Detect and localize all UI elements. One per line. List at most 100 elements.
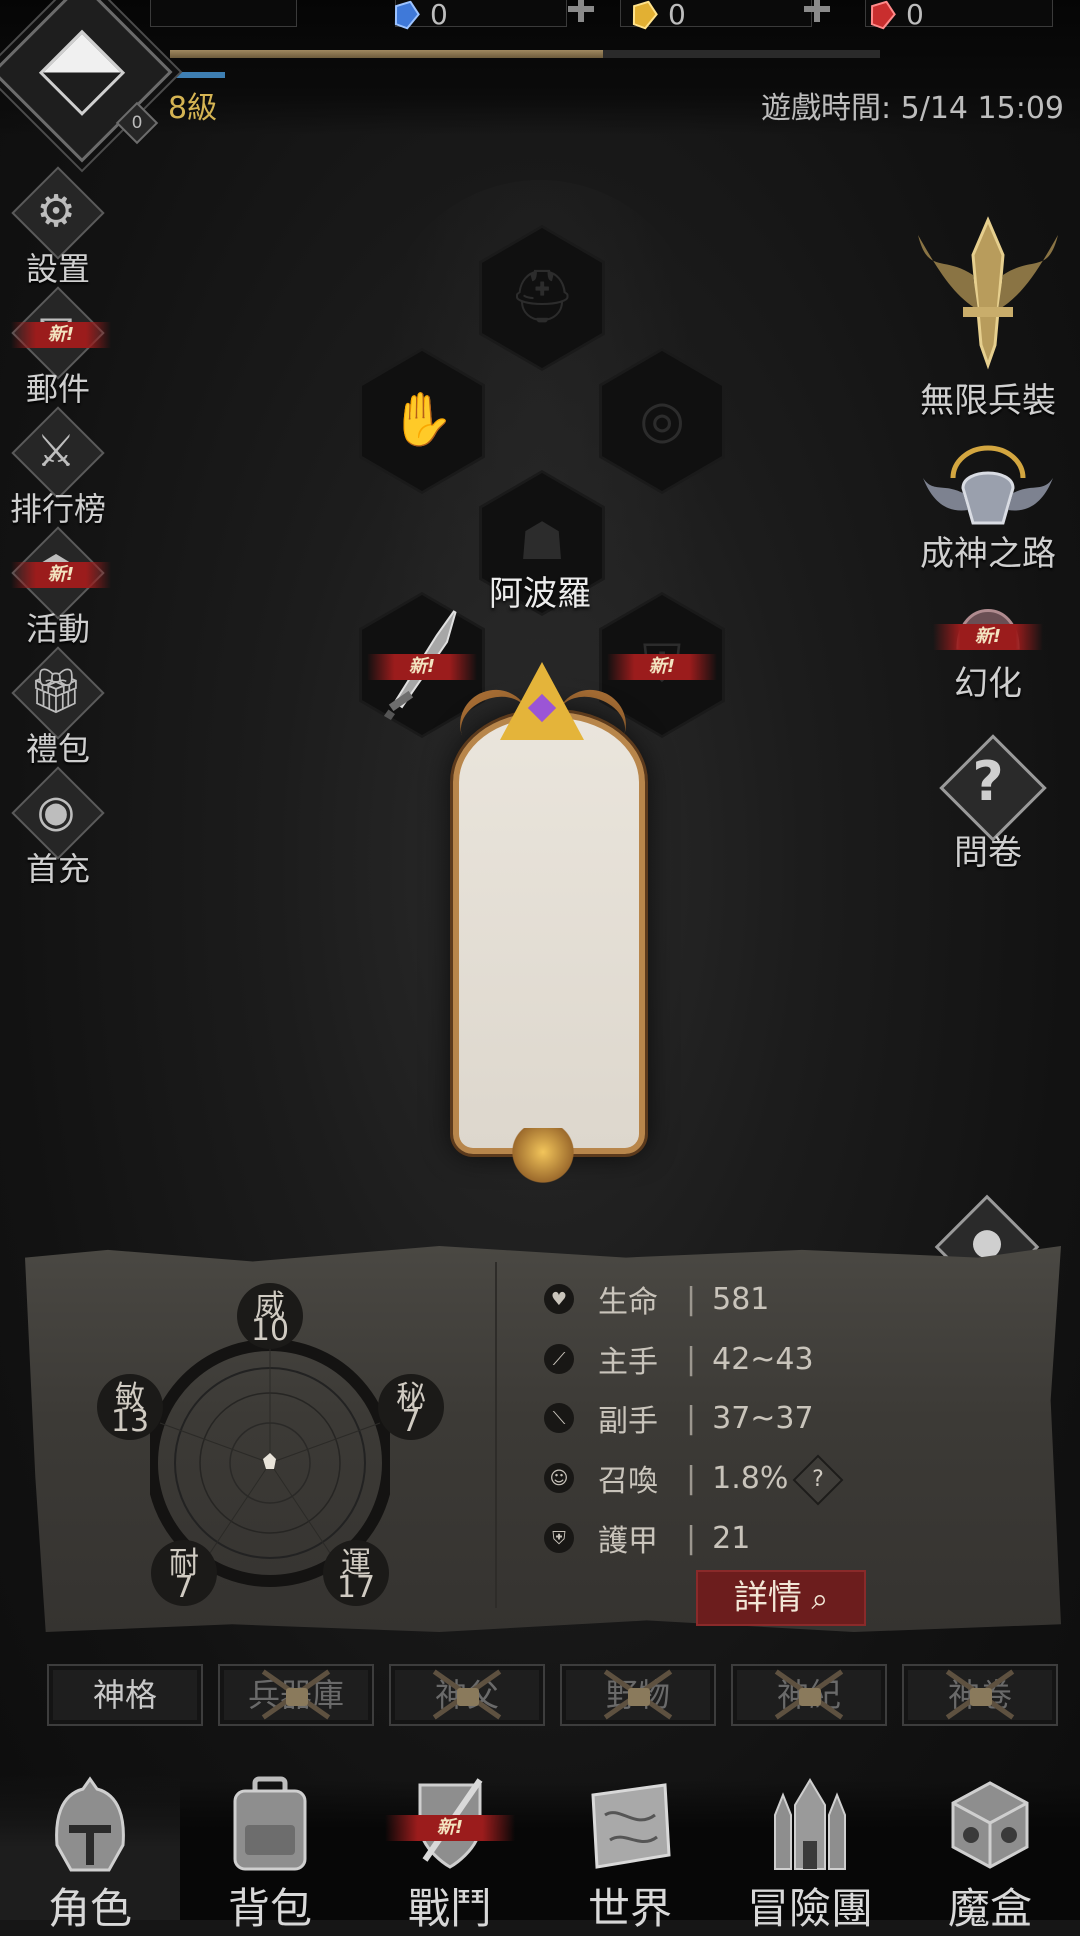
summon-icon: ☺ (544, 1463, 574, 1493)
gift-icon: 🎁︎ (28, 666, 84, 717)
nav-battle[interactable]: 新! 戰鬥 (360, 1775, 540, 1933)
gold-gem-value: 0 (668, 0, 686, 31)
tab-label: 神格 (92, 1676, 157, 1714)
nav-world[interactable]: 世界 (540, 1775, 720, 1933)
glove-icon: ✋ (389, 390, 455, 450)
nav-battle-label: 戰鬥 (407, 1884, 492, 1933)
class-emblem-icon (38, 29, 126, 116)
stat-value: 42~43 (712, 1341, 814, 1377)
off-hand-new-tag: 新! (607, 654, 717, 680)
attribute-nai: 耐 7 (151, 1540, 217, 1606)
attribute-value: 10 (250, 1313, 290, 1348)
lock-icon (432, 1669, 502, 1720)
stat-separator: | (686, 1400, 697, 1436)
details-button[interactable]: 詳情 ⌕ (696, 1570, 866, 1626)
card-bottom-ornament (508, 1128, 578, 1188)
play-time: 遊戲時間: 5/14 15:09 (760, 91, 1064, 126)
blue-gem-value: 0 (430, 0, 448, 31)
nav-magic-box[interactable]: 魔盒 (900, 1775, 1080, 1933)
settings-label: 設置 (25, 250, 90, 288)
question-mark-icon: ? (972, 750, 1004, 813)
infinite-arms-label: 無限兵裝 (920, 381, 1056, 421)
add-gold-gem-button[interactable] (804, 0, 830, 22)
tab-locked-5[interactable]: 神紀 (731, 1664, 887, 1726)
tab-locked-3[interactable]: 神父 (389, 1664, 545, 1726)
stat-value: 581 (712, 1281, 770, 1317)
nav-backpack[interactable]: 背包 (180, 1775, 360, 1933)
nav-adventure-team[interactable]: 冒險團 (720, 1775, 900, 1933)
winged-sword-icon (918, 216, 1058, 370)
red-gem-currency: 0 (868, 0, 924, 31)
tab-armory[interactable]: 兵器庫 (218, 1664, 374, 1726)
stat-value: 21 (712, 1520, 751, 1556)
lock-icon (945, 1669, 1015, 1720)
question-mark-icon: ? (812, 1467, 824, 1492)
knight-helmet-icon (55, 1776, 125, 1872)
tab-divinity[interactable]: 神格 (47, 1664, 203, 1726)
xp-bar (170, 50, 880, 58)
transform-button[interactable]: 新! 幻化 (903, 588, 1073, 704)
tab-locked-6[interactable]: 神卷 (902, 1664, 1058, 1726)
stat-off-hand: ⟍ 副手 | 37~37 (544, 1398, 814, 1439)
add-blue-gem-button[interactable] (568, 0, 594, 22)
path-to-godhood-button[interactable]: 成神之路 (903, 438, 1073, 574)
hero-card[interactable] (453, 712, 645, 1154)
stat-summon: ☺ 召喚 | 1.8% (544, 1458, 789, 1499)
stat-value: 1.8% (712, 1460, 789, 1496)
stat-label: 主手 (598, 1345, 658, 1380)
survey-button[interactable]: ? 問卷 (903, 734, 1073, 873)
armor-icon: ⛨ (544, 1523, 574, 1553)
lock-icon (261, 1669, 331, 1720)
first-charge-label: 首充 (25, 850, 90, 888)
player-level: 8級 (168, 91, 218, 126)
attribute-value: 13 (110, 1404, 150, 1439)
blade-icon: ⟋ (544, 1344, 574, 1374)
nav-world-label: 世界 (587, 1884, 672, 1933)
attribute-value: 7 (401, 1404, 421, 1439)
blue-gem-icon (394, 0, 420, 30)
stat-label: 護甲 (598, 1524, 658, 1559)
armor-icon: ☗ (518, 512, 566, 572)
lock-icon (603, 1669, 673, 1720)
stat-separator: | (686, 1281, 697, 1317)
panel-divider (495, 1262, 497, 1608)
transform-new-tag: 新! (933, 624, 1043, 650)
stat-separator: | (686, 1460, 697, 1496)
gear-icon: ⚙ (36, 186, 76, 237)
attribute-value: 7 (174, 1570, 194, 1605)
settings-button[interactable]: ⚙ 設置 (3, 166, 113, 288)
details-label: 詳情 (733, 1578, 802, 1618)
backpack-icon (233, 1776, 307, 1871)
nav-character-label: 角色 (47, 1884, 132, 1933)
ranking-button[interactable]: ⚔ 排行榜 (3, 406, 113, 528)
crossed-swords-icon: ⚔ (36, 426, 76, 477)
attribute-min: 敏 13 (97, 1374, 163, 1440)
gift-pack-button[interactable]: 🎁︎ 禮包 (3, 646, 113, 768)
stat-separator: | (686, 1341, 697, 1377)
nav-adventure-team-label: 冒險團 (746, 1884, 873, 1933)
path-to-godhood-label: 成神之路 (920, 534, 1056, 574)
events-button[interactable]: ☗ 新! 活動 (3, 526, 113, 648)
attribute-mi: 秘 7 (378, 1374, 444, 1440)
stat-label: 副手 (598, 1404, 658, 1439)
events-label: 活動 (25, 610, 90, 648)
first-charge-button[interactable]: ◉ 首充 (3, 766, 113, 888)
mail-button[interactable]: ✉ 新! 郵件 (3, 286, 113, 408)
red-gem-value: 0 (906, 0, 924, 31)
tab-locked-4[interactable]: 野物 (560, 1664, 716, 1726)
money-bag-icon: ◉ (36, 786, 76, 837)
stat-label: 召喚 (598, 1464, 658, 1499)
magnifier-icon: ⌕ (801, 1582, 829, 1617)
secondary-bar (165, 72, 225, 78)
nav-character[interactable]: 角色 (0, 1775, 180, 1933)
main-hand-new-tag: 新! (367, 654, 477, 680)
hero-name: 阿波羅 (489, 574, 591, 614)
gold-gem-currency: 0 (630, 0, 686, 31)
battle-new-tag: 新! (385, 1815, 515, 1841)
transform-label: 幻化 (954, 664, 1022, 704)
attribute-value: 17 (336, 1570, 376, 1605)
xp-bar-fill (170, 50, 604, 58)
infinite-arms-button[interactable]: 無限兵裝 (903, 215, 1073, 421)
stat-label: 生命 (598, 1285, 658, 1320)
map-scroll-icon (591, 1783, 671, 1869)
